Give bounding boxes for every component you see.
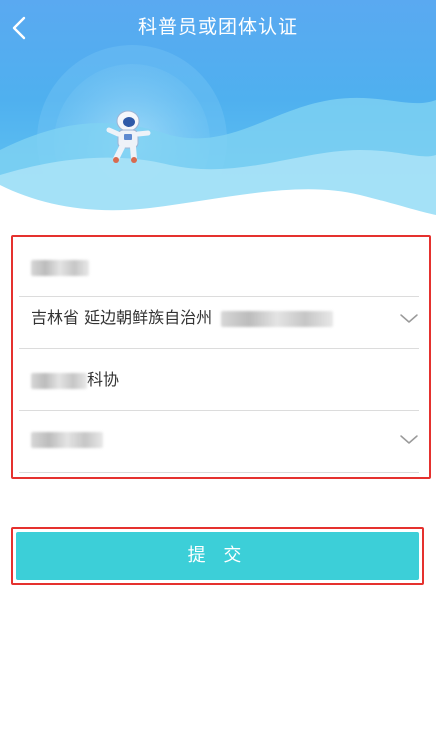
- organization-suffix: 科协: [87, 370, 120, 389]
- certification-form: 吉林省 延边朝鲜族自治州 科协: [11, 235, 431, 479]
- redacted-value: [221, 310, 334, 327]
- redacted-value: [31, 259, 89, 276]
- page-title: 科普员或团体认证: [137, 16, 298, 38]
- chevron-down-icon: [400, 435, 418, 444]
- chevron-down-icon: [400, 314, 418, 323]
- submit-highlight: 提 交: [11, 527, 424, 585]
- astronaut-icon: [106, 110, 151, 163]
- region-select[interactable]: 吉林省 延边朝鲜族自治州: [19, 287, 419, 349]
- region-value: 吉林省 延边朝鲜族自治州: [31, 308, 213, 327]
- redacted-value: [31, 431, 103, 448]
- submit-button[interactable]: 提 交: [16, 532, 419, 580]
- redacted-value: [31, 372, 87, 389]
- type-select[interactable]: [19, 411, 419, 473]
- header-banner: 科普员或团体认证: [0, 0, 436, 220]
- organization-field[interactable]: 科协: [19, 349, 419, 411]
